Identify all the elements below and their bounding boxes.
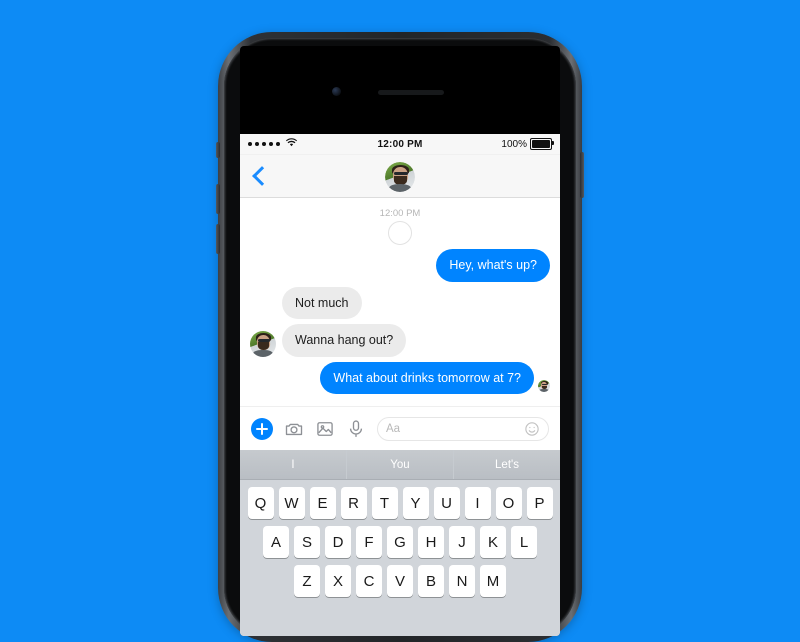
keyboard-row-1: QWERTYUIOP (240, 480, 560, 519)
key-c[interactable]: C (356, 565, 382, 597)
key-h[interactable]: H (418, 526, 444, 558)
virtual-keyboard: I You Let's QWERTYUIOP ASDFGHJKL ZXCVBNM (240, 450, 560, 636)
phone-screen: 12:00 PM 100% 12:00 PM Hey, what's up? N… (240, 134, 560, 636)
key-z[interactable]: Z (294, 565, 320, 597)
key-e[interactable]: E (309, 487, 336, 519)
battery-status: 100% (501, 138, 554, 150)
phone-body: 12:00 PM 100% 12:00 PM Hey, what's up? N… (224, 38, 576, 636)
key-l[interactable]: L (511, 526, 537, 558)
volume-up-button[interactable] (216, 184, 220, 214)
message-row: Wanna hang out? (250, 324, 550, 357)
sending-circle-icon (388, 221, 412, 245)
back-button[interactable] (240, 166, 284, 186)
key-s[interactable]: S (294, 526, 320, 558)
battery-icon (530, 138, 554, 150)
thread-timestamp: 12:00 PM (379, 208, 421, 219)
power-button[interactable] (580, 152, 584, 198)
screen-bezel: 12:00 PM 100% 12:00 PM Hey, what's up? N… (240, 46, 560, 636)
earpiece-speaker (378, 90, 444, 95)
message-input-placeholder: Aa (386, 422, 401, 435)
contact-avatar[interactable] (385, 162, 415, 192)
silent-switch-button[interactable] (216, 142, 220, 158)
message-bubble-outgoing[interactable]: What about drinks tomorrow at 7? (320, 361, 534, 394)
keyboard-row-3: ZXCVBNM (240, 558, 560, 597)
message-row: What about drinks tomorrow at 7? (250, 361, 550, 394)
key-a[interactable]: A (263, 526, 289, 558)
key-g[interactable]: G (387, 526, 413, 558)
back-chevron-icon (252, 166, 272, 186)
key-d[interactable]: D (325, 526, 351, 558)
suggestion-2[interactable]: Let's (453, 450, 560, 479)
message-bubble-outgoing[interactable]: Hey, what's up? (436, 249, 550, 282)
suggestion-0[interactable]: I (240, 450, 346, 479)
sender-avatar[interactable] (250, 330, 276, 357)
key-u[interactable]: U (433, 487, 460, 519)
key-b[interactable]: B (418, 565, 444, 597)
key-v[interactable]: V (387, 565, 413, 597)
message-composer: Aa (240, 406, 560, 450)
camera-icon[interactable] (284, 419, 304, 439)
key-i[interactable]: I (464, 487, 491, 519)
key-q[interactable]: Q (247, 487, 274, 519)
message-bubble-incoming[interactable]: Wanna hang out? (282, 324, 407, 357)
add-icon[interactable] (251, 417, 273, 440)
key-w[interactable]: W (278, 487, 305, 519)
message-row: Not much (250, 286, 550, 319)
key-p[interactable]: P (526, 487, 553, 519)
key-k[interactable]: K (480, 526, 506, 558)
conversation-header (240, 155, 560, 198)
key-m[interactable]: M (480, 565, 506, 597)
status-bar: 12:00 PM 100% (240, 134, 560, 155)
key-y[interactable]: Y (402, 487, 429, 519)
message-input[interactable]: Aa (377, 416, 549, 441)
key-o[interactable]: O (495, 487, 522, 519)
autocorrect-suggestion-bar: I You Let's (240, 450, 560, 480)
key-t[interactable]: T (371, 487, 398, 519)
key-r[interactable]: R (340, 487, 367, 519)
photo-icon[interactable] (315, 419, 335, 439)
phone-device: 12:00 PM 100% 12:00 PM Hey, what's up? N… (216, 32, 584, 642)
key-f[interactable]: F (356, 526, 382, 558)
message-bubble-incoming[interactable]: Not much (282, 286, 362, 319)
keyboard-row-2: ASDFGHJKL (240, 519, 560, 558)
message-thread: 12:00 PM Hey, what's up? Not much Wanna … (240, 198, 560, 406)
microphone-icon[interactable] (346, 419, 366, 439)
key-x[interactable]: X (325, 565, 351, 597)
message-row: Hey, what's up? (250, 249, 550, 282)
front-camera-icon (332, 87, 341, 96)
suggestion-1[interactable]: You (346, 450, 453, 479)
smiley-icon[interactable] (524, 421, 540, 437)
key-n[interactable]: N (449, 565, 475, 597)
key-j[interactable]: J (449, 526, 475, 558)
battery-percent-label: 100% (501, 138, 527, 150)
volume-down-button[interactable] (216, 224, 220, 254)
read-receipt-avatar (538, 380, 550, 392)
